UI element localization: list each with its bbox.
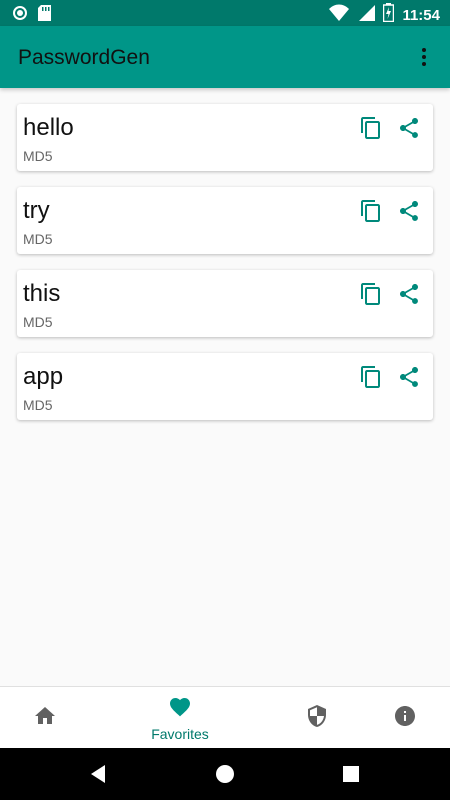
copy-icon[interactable] (357, 280, 385, 308)
favorite-card-app[interactable]: app MD5 (17, 353, 433, 420)
nav-home[interactable] (20, 687, 70, 749)
signal-icon (357, 4, 376, 27)
favorite-name: this (23, 280, 61, 307)
favorite-algorithm: MD5 (23, 231, 53, 247)
favorite-algorithm: MD5 (23, 148, 53, 164)
more-vert-icon[interactable] (412, 44, 436, 70)
favorite-card-try[interactable]: try MD5 (17, 187, 433, 254)
nav-favorites[interactable]: Favorites (130, 687, 230, 749)
sd-card-icon (38, 5, 51, 26)
nav-security[interactable] (292, 687, 342, 749)
favorite-algorithm: MD5 (23, 314, 53, 330)
favorite-algorithm: MD5 (23, 397, 53, 413)
copy-icon[interactable] (357, 114, 385, 142)
home-icon (33, 704, 57, 733)
share-icon[interactable] (395, 363, 423, 391)
battery-charging-icon (383, 3, 395, 27)
home-circle-icon[interactable] (207, 748, 243, 800)
back-icon[interactable] (80, 748, 116, 800)
recents-icon[interactable] (333, 748, 369, 800)
favorite-card-hello[interactable]: hello MD5 (17, 104, 433, 171)
nav-info[interactable] (380, 687, 430, 749)
favorite-name: hello (23, 114, 74, 141)
system-navigation-bar (0, 748, 450, 800)
notification-dot-icon (12, 5, 28, 26)
share-icon[interactable] (395, 280, 423, 308)
favorite-card-this[interactable]: this MD5 (17, 270, 433, 337)
favorite-name: try (23, 197, 50, 224)
favorites-list: hello MD5 try MD5 this MD5 app MD5 (17, 104, 433, 436)
favorite-name: app (23, 363, 64, 390)
wifi-icon (329, 4, 350, 27)
share-icon[interactable] (395, 197, 423, 225)
copy-icon[interactable] (357, 363, 385, 391)
bottom-navigation: Favorites (0, 686, 450, 748)
heart-icon (167, 695, 193, 724)
status-time: 11:54 (402, 6, 440, 24)
app-title: PasswordGen (18, 46, 150, 69)
copy-icon[interactable] (357, 197, 385, 225)
status-bar: 11:54 (0, 0, 450, 26)
shield-icon (305, 704, 329, 733)
info-icon (393, 704, 417, 733)
nav-favorites-label: Favorites (151, 725, 209, 742)
share-icon[interactable] (395, 114, 423, 142)
app-bar: PasswordGen (0, 26, 450, 88)
